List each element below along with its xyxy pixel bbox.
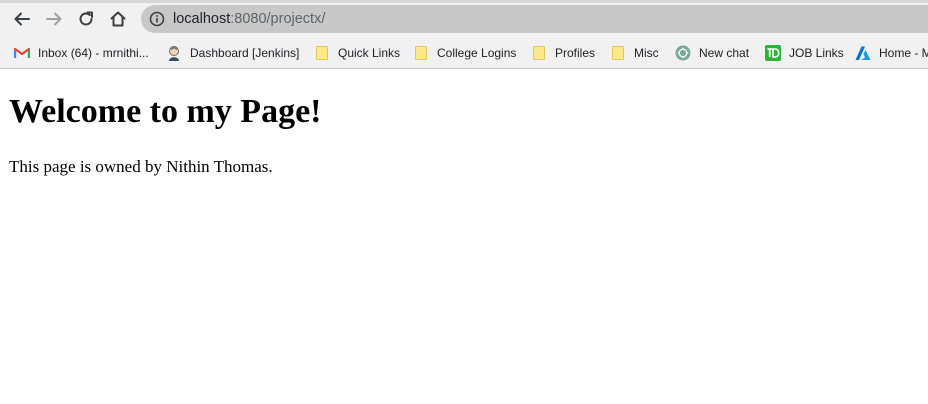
reload-button[interactable] xyxy=(73,6,99,32)
page-content: Welcome to my Page! This page is owned b… xyxy=(0,69,928,404)
page-heading: Welcome to my Page! xyxy=(9,93,322,130)
reload-icon xyxy=(79,11,93,26)
home-icon xyxy=(110,11,126,27)
chatgpt-icon xyxy=(675,45,691,61)
bookmark-inbox[interactable]: Inbox (64) - mrnithi... xyxy=(14,37,149,68)
owner-paragraph: This page is owned by Nithin Thomas. xyxy=(9,157,273,176)
bookmark-label: Quick Links xyxy=(338,45,401,60)
bookmark-job-links[interactable]: JOB Links xyxy=(765,37,844,68)
bookmark-label: New chat xyxy=(699,45,750,60)
folder-icon xyxy=(531,45,547,61)
back-arrow-icon xyxy=(14,12,30,26)
folder-icon xyxy=(314,45,330,61)
bookmark-college-logins[interactable]: College Logins xyxy=(413,37,516,68)
bookmarks-bar: Inbox (64) - mrnithi... Dashboard [Jenki… xyxy=(0,37,928,69)
url-path: :8080/projectx/ xyxy=(230,11,326,27)
gmail-icon xyxy=(14,45,30,61)
bookmark-label: Misc xyxy=(634,45,659,60)
forward-arrow-icon xyxy=(46,12,62,26)
home-button[interactable] xyxy=(105,6,131,32)
browser-toolbar: localhost:8080/projectx/ xyxy=(0,0,928,37)
back-button[interactable] xyxy=(9,6,35,32)
forward-button[interactable] xyxy=(41,6,67,32)
url-host: localhost xyxy=(173,11,231,27)
bookmark-profiles[interactable]: Profiles xyxy=(531,37,595,68)
bookmark-azure-home[interactable]: Home - M xyxy=(855,37,928,68)
bookmark-label: Dashboard [Jenkins] xyxy=(190,45,300,60)
td-icon xyxy=(765,44,781,61)
url-text[interactable]: localhost:8080/projectx/ xyxy=(173,11,325,27)
tab-strip-edge xyxy=(0,0,928,3)
azure-icon xyxy=(855,45,871,61)
bookmark-quick-links[interactable]: Quick Links xyxy=(314,37,400,68)
folder-icon xyxy=(413,45,429,61)
bookmark-label: Profiles xyxy=(555,45,596,60)
bookmark-jenkins[interactable]: Dashboard [Jenkins] xyxy=(166,37,299,68)
folder-icon xyxy=(610,45,626,61)
bookmark-new-chat[interactable]: New chat xyxy=(675,37,749,68)
jenkins-icon xyxy=(166,45,182,61)
bookmark-label: Inbox (64) - mrnithi... xyxy=(38,45,149,60)
bookmark-misc[interactable]: Misc xyxy=(610,37,659,68)
bookmark-label: Home - M xyxy=(879,45,928,60)
site-info-icon[interactable] xyxy=(148,10,166,28)
bookmark-label: JOB Links xyxy=(789,45,844,60)
bookmark-label: College Logins xyxy=(437,45,517,60)
